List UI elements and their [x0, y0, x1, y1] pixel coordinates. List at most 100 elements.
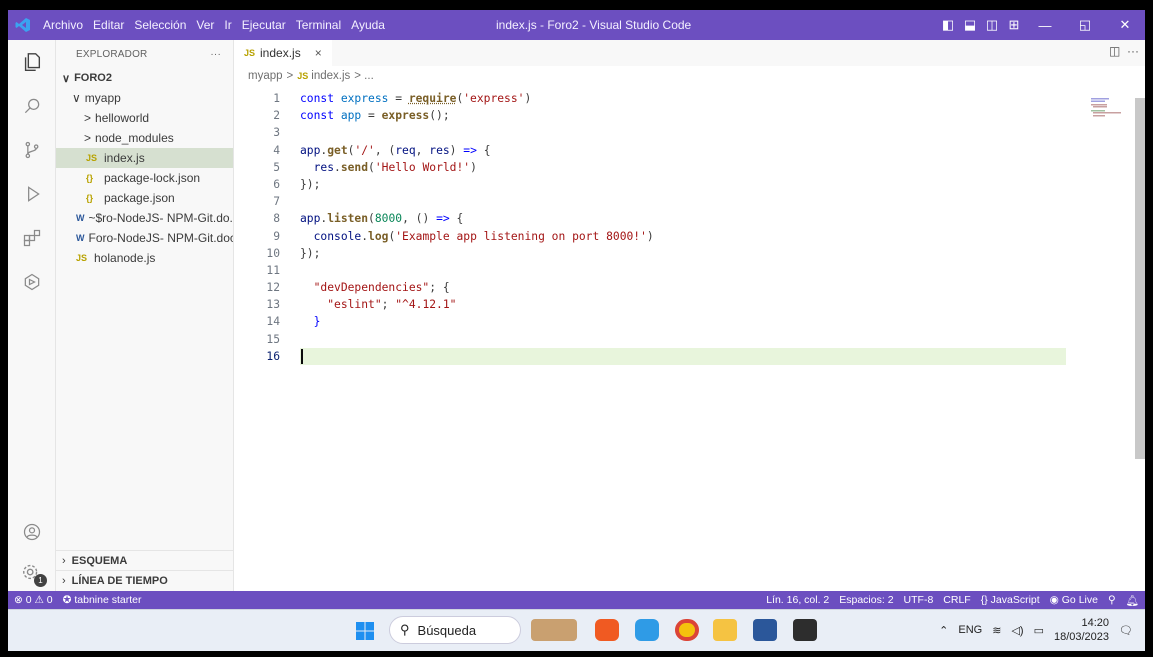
breadcrumb-tail[interactable]: > ... — [354, 70, 374, 82]
explorer-title: EXPLORADOR — [76, 48, 148, 60]
code-line: 2 const app = express(); — [234, 107, 1074, 124]
manage-gear-icon[interactable]: 1 — [8, 550, 56, 594]
window-controls: ◧ ⬓ ◫ ⊞ — ◱ ✕ — [937, 10, 1145, 40]
toggle-secondary-sidebar-icon[interactable]: ◫ — [981, 17, 1003, 33]
json-file-icon: {} — [86, 193, 94, 203]
js-file-icon: JS — [76, 253, 88, 263]
tree-item-myapp[interactable]: ∨ myapp — [56, 88, 233, 108]
encoding-status[interactable]: UTF-8 — [904, 594, 934, 607]
minimize-button[interactable]: — — [1025, 18, 1065, 33]
battery-icon[interactable]: ▭ — [1034, 624, 1044, 637]
vscode-taskbar-icon[interactable] — [635, 619, 659, 641]
toggle-panel-icon[interactable]: ⬓ — [959, 17, 981, 33]
breadcrumb-folder[interactable]: myapp — [248, 70, 283, 82]
code-line: 10}); — [234, 245, 1074, 262]
word-file-icon: W — [76, 213, 85, 223]
source-control-icon[interactable] — [8, 128, 56, 172]
cursor-position[interactable]: Lín. 16, col. 2 — [766, 594, 829, 607]
customize-layout-icon[interactable]: ⊞ — [1003, 17, 1025, 33]
tree-item-package-json[interactable]: {} package.json — [56, 188, 233, 208]
extensions-icon[interactable] — [8, 216, 56, 260]
menu-seleccion[interactable]: Selección — [129, 18, 191, 32]
vertical-scrollbar[interactable] — [1135, 98, 1145, 459]
split-editor-icon[interactable]: ◫ — [1109, 44, 1120, 58]
restore-button[interactable]: ◱ — [1065, 17, 1105, 33]
chevron-right-icon: > — [84, 131, 92, 145]
chrome-icon[interactable] — [675, 619, 699, 641]
breadcrumb-file[interactable]: index.js — [311, 70, 350, 82]
windows-start-icon[interactable] — [356, 622, 374, 640]
active-line-highlight — [300, 347, 1066, 365]
code-text: app.listen(8000, () => { — [300, 212, 464, 226]
search-icon[interactable] — [8, 84, 56, 128]
tab-bar: JS index.js × ◫ ··· — [234, 40, 1145, 66]
tree-item-foro-docx[interactable]: W Foro-NodeJS- NPM-Git.docx — [56, 228, 233, 248]
eol-status[interactable]: CRLF — [943, 594, 970, 607]
notifications-bell-icon[interactable]: 🔔︎ — [1126, 594, 1139, 607]
folder-root-foro2[interactable]: ∨ FORO2 — [56, 68, 233, 88]
outline-section[interactable]: › ESQUEMA — [56, 550, 233, 570]
taskbar-search[interactable]: ⚲ Búsqueda — [389, 616, 521, 644]
js-file-icon: JS — [244, 48, 256, 58]
accounts-icon[interactable]: ⚲ — [1108, 594, 1116, 607]
notification-center-icon[interactable]: 🗨︎ — [1119, 624, 1133, 637]
code-text: "eslint"; "^4.12.1" — [327, 298, 457, 312]
tree-item-temp-docx[interactable]: W ~$ro-NodeJS- NPM-Git.do... — [56, 208, 233, 228]
code-line: 3 — [273, 126, 280, 140]
code-line: 7 — [273, 195, 280, 209]
taskbar-widget-icon[interactable] — [531, 619, 577, 641]
code-text: }); — [300, 177, 321, 191]
explorer-more-button[interactable]: ··· — [210, 49, 221, 60]
chevron-up-icon[interactable]: ⌃ — [939, 624, 948, 637]
menu-terminal[interactable]: Terminal — [291, 18, 346, 32]
window-title: index.js - Foro2 - Visual Studio Code — [496, 18, 692, 32]
language-indicator[interactable]: ENG — [958, 624, 982, 636]
word-icon[interactable] — [753, 619, 777, 641]
menu-editar[interactable]: Editar — [88, 18, 129, 32]
go-live-button[interactable]: ◉ Go Live — [1050, 594, 1098, 607]
clock[interactable]: 14:20 18/03/2023 — [1054, 616, 1109, 644]
remote-explorer-icon[interactable] — [8, 260, 56, 304]
chevron-down-icon: ∨ — [72, 91, 81, 105]
tabnine-status[interactable]: ✪ tabnine starter — [63, 594, 142, 606]
menu-ir[interactable]: Ir — [219, 18, 236, 32]
more-actions-icon[interactable]: ··· — [1127, 44, 1139, 58]
code-text: } — [313, 315, 321, 329]
tab-index-js[interactable]: JS index.js × — [234, 40, 332, 66]
file-explorer-icon[interactable] — [713, 619, 737, 641]
code-line: 4 app.get('/', (req, res) => { — [234, 142, 1074, 159]
menu-ayuda[interactable]: Ayuda — [346, 18, 390, 32]
close-icon[interactable]: × — [315, 46, 322, 60]
language-status[interactable]: {} JavaScript — [981, 594, 1040, 607]
explorer-sidebar: EXPLORADOR ··· ∨ FORO2 ∨ myapp > helloworld… — [56, 40, 234, 591]
code-editor[interactable]: 1 const express = require('express') 2 con… — [234, 90, 1074, 365]
tree-item-index-js[interactable]: JS index.js — [56, 148, 233, 168]
brave-browser-icon[interactable] — [595, 619, 619, 641]
volume-icon[interactable]: ◁) — [1011, 624, 1023, 637]
tree-item-helloworld[interactable]: > helloworld — [56, 108, 233, 128]
tree-item-holanode-js[interactable]: JS holanode.js — [56, 248, 233, 268]
toggle-sidebar-icon[interactable]: ◧ — [937, 17, 959, 33]
menu-ejecutar[interactable]: Ejecutar — [237, 18, 291, 32]
close-button[interactable]: ✕ — [1105, 17, 1145, 33]
minimap[interactable] — [1091, 98, 1125, 118]
code-line: 13 "eslint"; "^4.12.1" — [234, 296, 1074, 313]
menu-archivo[interactable]: Archivo — [38, 18, 88, 32]
root-label: FORO2 — [74, 72, 112, 84]
run-debug-icon[interactable] — [8, 172, 56, 216]
js-file-icon: JS — [86, 153, 98, 163]
tree-item-node-modules[interactable]: > node_modules — [56, 128, 233, 148]
broadcast-icon: ◉ — [1049, 593, 1062, 606]
wifi-icon[interactable]: ≋ — [992, 624, 1001, 637]
terminal-icon[interactable] — [793, 619, 817, 641]
menu-ver[interactable]: Ver — [191, 18, 219, 32]
tree-item-package-lock-json[interactable]: {} package-lock.json — [56, 168, 233, 188]
timeline-section[interactable]: › LÍNEA DE TIEMPO — [56, 570, 233, 590]
problems-status[interactable]: ⊗ 0 ⚠ 0 — [14, 594, 53, 606]
account-icon[interactable] — [8, 510, 56, 554]
explorer-icon[interactable] — [8, 40, 56, 84]
code-text: const express = require('express') — [300, 92, 532, 105]
system-tray: ⌃ ENG ≋ ◁) ▭ 14:20 18/03/2023 🗨︎ — [939, 616, 1133, 644]
indentation-status[interactable]: Espacios: 2 — [839, 594, 893, 607]
chevron-right-icon: › — [62, 554, 66, 567]
